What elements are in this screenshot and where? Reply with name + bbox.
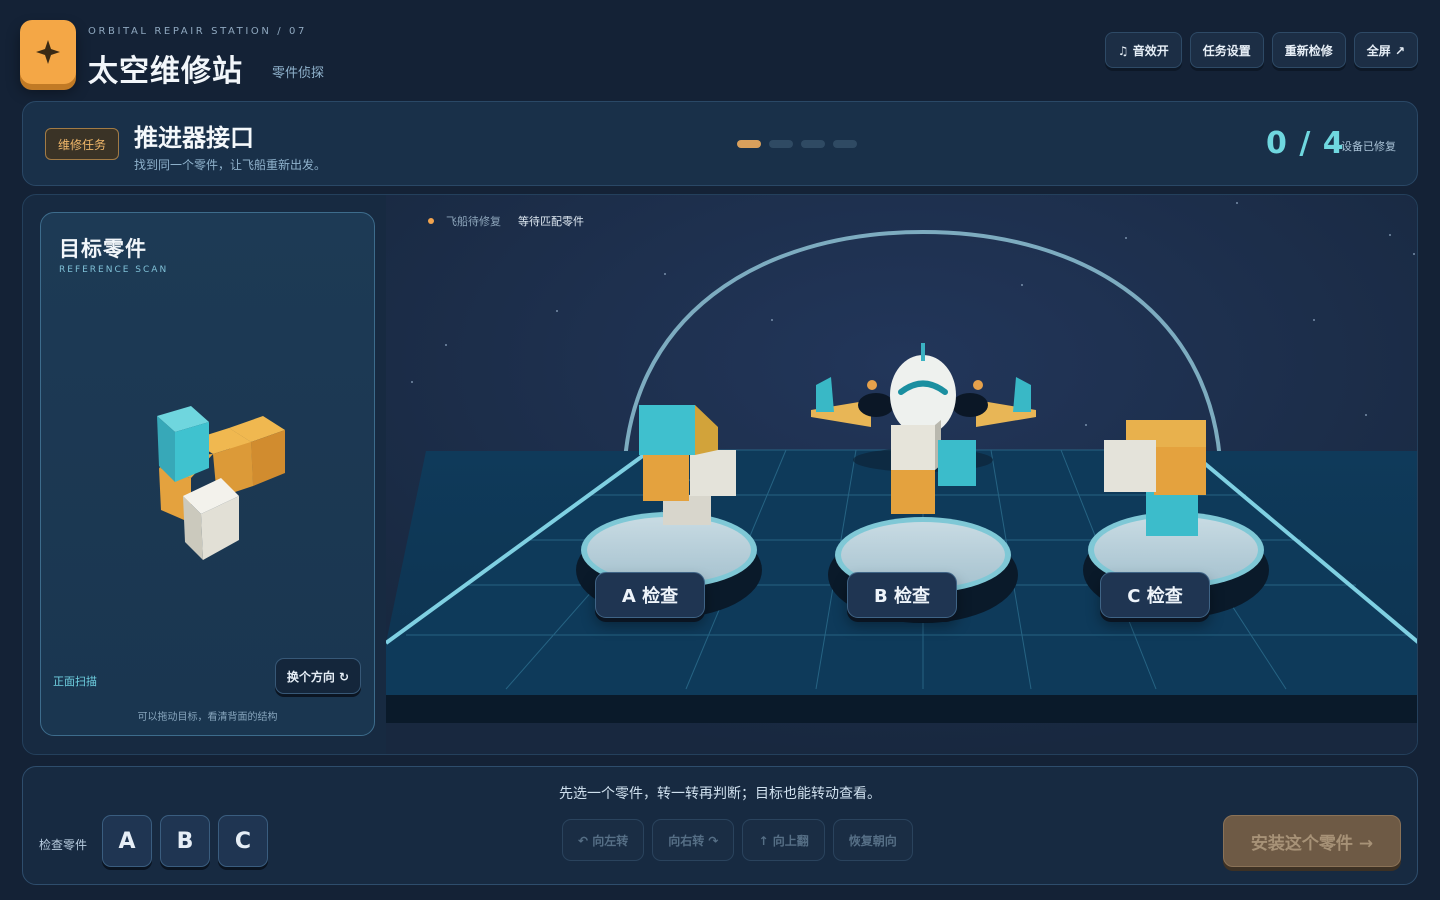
mission-description: 找到同一个零件，让飞船重新出发。 [134,158,327,172]
reference-title: 目标零件 [59,237,147,261]
top-toolbar: ♫ 音效开 任务设置 重新检修 全屏 ↗ [1104,32,1418,68]
flip-up-button[interactable]: ↑ 向上翻 [742,819,825,861]
rotate-target-button[interactable]: 换个方向 ↻ [275,658,361,694]
select-piece-b-button[interactable]: B [160,815,210,867]
mission-settings-button[interactable]: 任务设置 [1189,32,1264,68]
rotate-left-button[interactable]: ↶ 向左转 [562,819,645,861]
target-part-model[interactable] [111,378,311,563]
check-b-button[interactable]: B 检查 [847,572,957,618]
compare-label: 检查零件 [39,838,88,852]
reference-hint: 可以拖动目标，看清背面的结构 [137,712,278,723]
mission-badge: 维修任务 [45,128,119,160]
target-cube-white [183,478,239,560]
mission-bar: 维修任务 推进器接口 找到同一个零件，让飞船重新出发。 0 / 4 设备已修复 [22,101,1418,186]
sparkle-icon [36,40,60,64]
mission-progress-dots [737,140,857,148]
floor-front-edge [386,695,1417,723]
check-c-button[interactable]: C 检查 [1100,572,1210,618]
select-piece-a-button[interactable]: A [102,815,152,867]
check-a-button[interactable]: A 检查 [595,572,705,618]
app-logo [20,20,76,84]
ship-status: 飞船待修复 [446,215,501,228]
sound-toggle-button[interactable]: ♫ 音效开 [1104,32,1182,68]
app-subtitle: 零件侦探 [272,66,325,81]
rotate-right-button[interactable]: 向右转 ↷ [652,819,735,861]
piece-selector: A B C [102,815,268,867]
match-status: 等待匹配零件 [518,215,584,228]
scan-face-label: 正面扫描 [53,675,97,688]
status-dot [428,218,434,224]
mission-title: 推进器接口 [134,124,254,152]
workspace-panel: 飞船待修复 等待匹配零件 A 检查 B 检查 C 检查 目标零件 REFEREN… [22,194,1418,755]
instruction-text: 先选一个零件，转一转再判断；目标也能转动查看。 [559,786,881,802]
scene-legend: 飞船待修复 等待匹配零件 [428,213,584,229]
reference-card: 目标零件 REFERENCE SCAN 正面扫描 换个方向 ↻ 可以拖动目标，看… [40,212,375,736]
app-title: 太空维修站 [88,54,243,89]
app-subtitle-en: ORBITAL REPAIR STATION / 07 [88,26,307,37]
target-cube-teal [157,406,209,482]
repair-score: 0 / 4 [1266,126,1345,161]
progress-dot [833,140,857,148]
progress-dot [737,140,761,148]
restart-repair-button[interactable]: 重新检修 [1271,32,1346,68]
repair-scene[interactable] [386,195,1418,755]
progress-dot [769,140,793,148]
progress-dot [801,140,825,148]
reset-orientation-button[interactable]: 恢复朝向 [832,819,913,861]
install-part-button[interactable]: 安装这个零件 → [1223,815,1401,867]
select-piece-c-button[interactable]: C [218,815,268,867]
rotation-controls: ↶ 向左转 向右转 ↷ ↑ 向上翻 恢复朝向 [562,819,913,861]
control-panel: 先选一个零件，转一转再判断；目标也能转动查看。 检查零件 A B C ↶ 向左转… [22,766,1418,885]
repair-score-label: 设备已修复 [1341,140,1396,153]
fullscreen-button[interactable]: 全屏 ↗ [1353,32,1418,68]
reference-subtitle: REFERENCE SCAN [59,265,169,275]
